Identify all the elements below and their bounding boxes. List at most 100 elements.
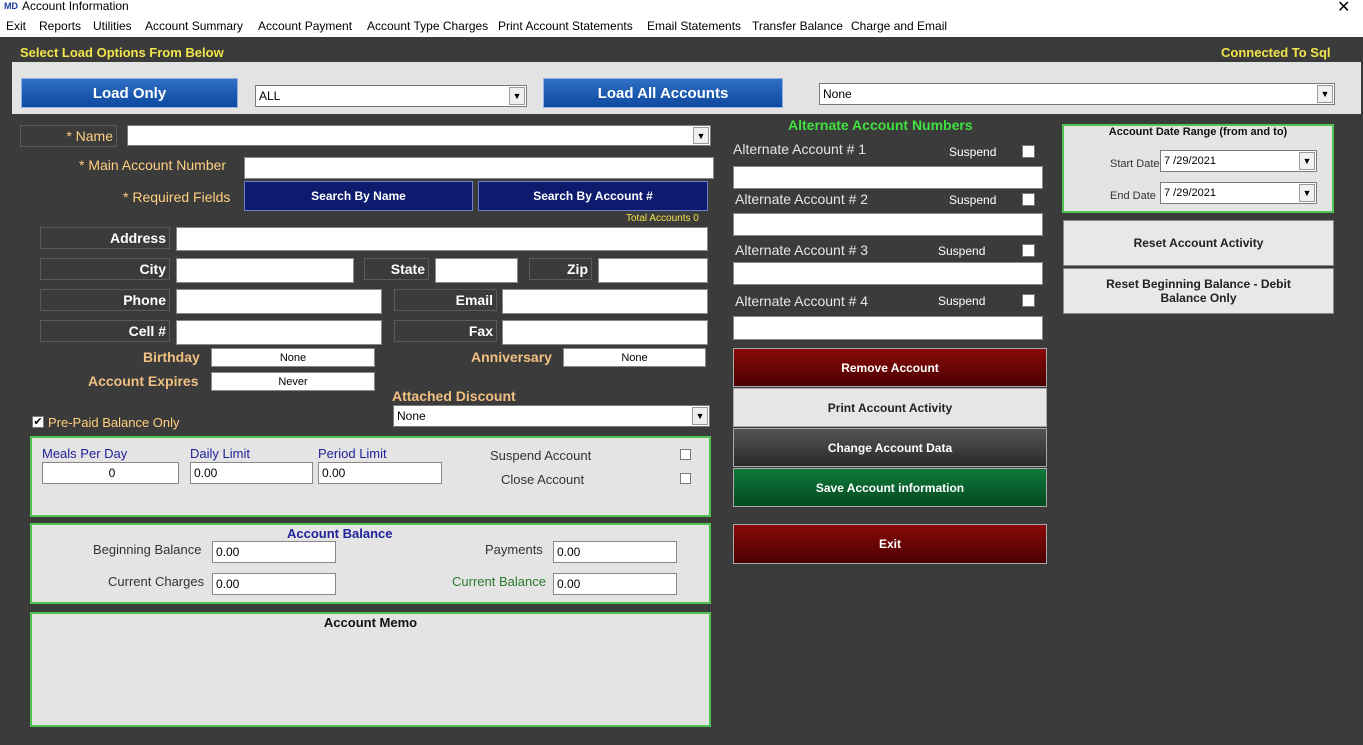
load-filter-select[interactable]: ALL ▼ xyxy=(255,85,527,107)
alternate-accounts-title: Alternate Account Numbers xyxy=(788,117,973,133)
name-select[interactable]: ▼ xyxy=(127,125,711,146)
state-label: State xyxy=(364,258,429,280)
menu-email-statements[interactable]: Email Statements xyxy=(647,19,741,33)
main-account-number-input[interactable] xyxy=(244,157,714,179)
menu-transfer-balance[interactable]: Transfer Balance xyxy=(752,19,843,33)
load-options-heading: Select Load Options From Below xyxy=(20,45,224,60)
alternate-account-4-suspend-label: Suspend xyxy=(938,294,986,308)
account-memo-title: Account Memo xyxy=(323,615,418,630)
required-fields-label: * Required Fields xyxy=(123,189,231,205)
limits-panel: Meals Per Day 0 Daily Limit 0.00 Period … xyxy=(30,436,711,517)
start-date-value: 7 /29/2021 xyxy=(1164,155,1216,167)
city-input[interactable] xyxy=(176,258,354,283)
account-expires-field[interactable]: Never xyxy=(211,372,375,391)
alternate-account-3-suspend-label: Suspend xyxy=(938,244,986,258)
alternate-account-2-label: Alternate Account # 2 xyxy=(735,191,869,207)
phone-input[interactable] xyxy=(176,289,382,314)
alternate-account-4-suspend-checkbox[interactable] xyxy=(1022,294,1035,307)
suspend-account-checkbox[interactable] xyxy=(680,449,691,460)
title-bar: MD Account Information ✕ xyxy=(0,0,1363,16)
current-charges-label: Current Charges xyxy=(108,574,205,589)
fax-input[interactable] xyxy=(502,320,708,345)
load-all-accounts-button[interactable]: Load All Accounts xyxy=(543,78,783,108)
end-date-picker[interactable]: 7 /29/2021 ▼ xyxy=(1160,182,1317,204)
attached-discount-select[interactable]: None ▼ xyxy=(393,405,710,427)
email-label: Email xyxy=(394,289,497,311)
alternate-account-3-suspend-checkbox[interactable] xyxy=(1022,244,1035,257)
current-balance-input[interactable]: 0.00 xyxy=(553,573,677,595)
period-limit-input[interactable]: 0.00 xyxy=(318,462,442,484)
address-input[interactable] xyxy=(176,227,708,251)
close-account-label: Close Account xyxy=(501,472,585,487)
state-input[interactable] xyxy=(435,258,518,283)
alternate-account-1-suspend-checkbox[interactable] xyxy=(1022,145,1035,158)
cell-input[interactable] xyxy=(176,320,382,345)
alternate-account-1-suspend-label: Suspend xyxy=(949,145,997,159)
date-range-panel: Account Date Range (from and to) Start D… xyxy=(1062,124,1334,213)
zip-label: Zip xyxy=(529,258,592,280)
reset-account-activity-button[interactable]: Reset Account Activity xyxy=(1063,220,1334,266)
app-logo-icon: MD xyxy=(4,1,18,11)
chevron-down-icon[interactable]: ▼ xyxy=(509,87,525,105)
birthday-field[interactable]: None xyxy=(211,348,375,367)
alternate-account-2-suspend-checkbox[interactable] xyxy=(1022,193,1035,206)
alternate-account-1-input[interactable] xyxy=(733,166,1043,189)
phone-label: Phone xyxy=(40,289,170,311)
cell-label: Cell # xyxy=(40,320,170,342)
chevron-down-icon[interactable]: ▼ xyxy=(1299,184,1315,202)
zip-input[interactable] xyxy=(598,258,708,283)
change-account-data-button[interactable]: Change Account Data xyxy=(733,428,1047,467)
anniversary-field[interactable]: None xyxy=(563,348,706,367)
main-account-number-label: * Main Account Number xyxy=(79,157,227,173)
meals-per-day-label: Meals Per Day xyxy=(42,446,128,461)
meals-per-day-input[interactable]: 0 xyxy=(42,462,179,484)
alternate-account-4-label: Alternate Account # 4 xyxy=(735,293,869,309)
exit-button[interactable]: Exit xyxy=(733,524,1047,564)
alternate-account-3-label: Alternate Account # 3 xyxy=(735,242,869,258)
menu-account-summary[interactable]: Account Summary xyxy=(145,19,243,33)
email-input[interactable] xyxy=(502,289,708,314)
search-by-account-button[interactable]: Search By Account # xyxy=(478,181,708,211)
account-balance-title: Account Balance xyxy=(287,526,393,541)
menu-reports[interactable]: Reports xyxy=(39,19,81,33)
menu-account-payment[interactable]: Account Payment xyxy=(258,19,352,33)
menu-charge-and-email[interactable]: Charge and Email xyxy=(851,19,947,33)
remove-account-button[interactable]: Remove Account xyxy=(733,348,1047,387)
chevron-down-icon[interactable]: ▼ xyxy=(1299,152,1315,170)
window-title: Account Information xyxy=(22,0,129,13)
alternate-account-2-input[interactable] xyxy=(733,213,1043,236)
daily-limit-label: Daily Limit xyxy=(190,446,250,461)
start-date-picker[interactable]: 7 /29/2021 ▼ xyxy=(1160,150,1317,172)
account-balance-panel: Account Balance Beginning Balance 0.00 P… xyxy=(30,523,711,604)
city-label: City xyxy=(40,258,170,280)
anniversary-label: Anniversary xyxy=(471,349,552,365)
menu-print-statements[interactable]: Print Account Statements xyxy=(498,19,633,33)
chevron-down-icon[interactable]: ▼ xyxy=(692,407,708,425)
beginning-balance-label: Beginning Balance xyxy=(93,542,202,557)
close-account-checkbox[interactable] xyxy=(680,473,691,484)
prepaid-checkbox[interactable]: ✔ xyxy=(32,416,44,428)
alternate-account-3-input[interactable] xyxy=(733,262,1043,285)
total-accounts: Total Accounts 0 xyxy=(626,213,699,224)
search-by-name-button[interactable]: Search By Name xyxy=(244,181,473,211)
suspend-account-label: Suspend Account xyxy=(490,448,592,463)
current-balance-label: Current Balance xyxy=(452,574,546,589)
chevron-down-icon[interactable]: ▼ xyxy=(693,127,709,144)
payments-input[interactable]: 0.00 xyxy=(553,541,677,563)
attached-discount-label: Attached Discount xyxy=(392,388,516,404)
current-charges-input[interactable]: 0.00 xyxy=(212,573,336,595)
chevron-down-icon[interactable]: ▼ xyxy=(1317,85,1333,103)
save-account-information-button[interactable]: Save Account information xyxy=(733,468,1047,507)
account-memo-panel[interactable]: Account Memo xyxy=(30,612,711,727)
menu-utilities[interactable]: Utilities xyxy=(93,19,132,33)
daily-limit-input[interactable]: 0.00 xyxy=(190,462,313,484)
print-account-activity-button[interactable]: Print Account Activity xyxy=(733,388,1047,427)
beginning-balance-input[interactable]: 0.00 xyxy=(212,541,336,563)
menu-account-type-charges[interactable]: Account Type Charges xyxy=(367,19,488,33)
load-only-button[interactable]: Load Only xyxy=(21,78,238,108)
alternate-account-4-input[interactable] xyxy=(733,316,1043,340)
menu-exit[interactable]: Exit xyxy=(6,19,26,33)
connection-status: Connected To Sql xyxy=(1221,45,1331,60)
reset-beginning-balance-button[interactable]: Reset Beginning Balance - Debit Balance … xyxy=(1063,268,1334,314)
account-select[interactable]: None ▼ xyxy=(819,83,1335,105)
